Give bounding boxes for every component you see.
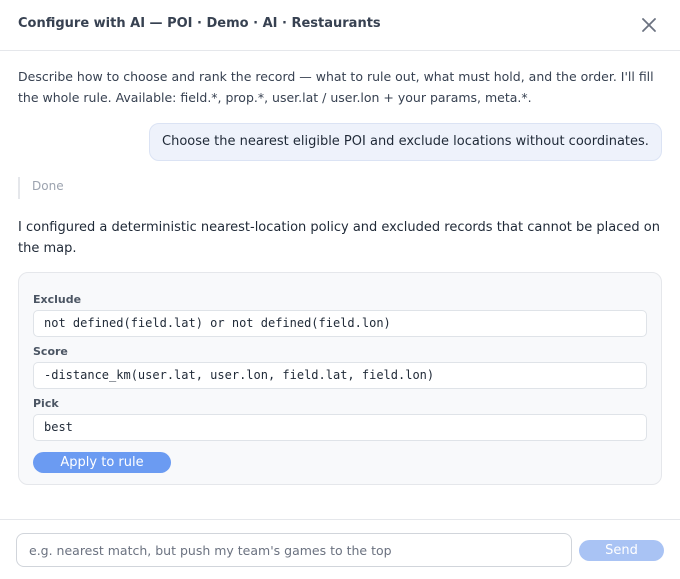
configure-ai-dialog: Configure with AI — POI · Demo · AI · Re… (0, 0, 680, 579)
rule-proposal-card: Exclude not defined(field.lat) or not de… (18, 272, 662, 485)
apply-to-rule-button[interactable]: Apply to rule (33, 452, 171, 473)
user-message-text: Choose the nearest eligible POI and excl… (162, 134, 649, 149)
score-label: Score (33, 345, 68, 358)
close-icon[interactable] (638, 14, 660, 36)
dialog-header: Configure with AI — POI · Demo · AI · Re… (0, 0, 680, 51)
pick-expression: best (33, 414, 647, 441)
assistant-reply-text: I configured a deterministic nearest-loc… (18, 220, 660, 256)
user-message-bubble: Choose the nearest eligible POI and excl… (149, 123, 662, 161)
pick-label: Pick (33, 397, 59, 410)
message-input[interactable] (16, 533, 572, 567)
exclude-expression: not defined(field.lat) or not defined(fi… (33, 310, 647, 337)
status-indicator: Done (18, 177, 64, 199)
score-expression: -distance_km(user.lat, user.lon, field.l… (33, 362, 647, 389)
composer-footer: Send (0, 519, 680, 579)
exclude-label: Exclude (33, 293, 82, 306)
dialog-title: Configure with AI — POI · Demo · AI · Re… (18, 16, 381, 31)
send-button[interactable]: Send (579, 540, 664, 561)
instructions-text: Describe how to choose and rank the reco… (18, 69, 654, 105)
